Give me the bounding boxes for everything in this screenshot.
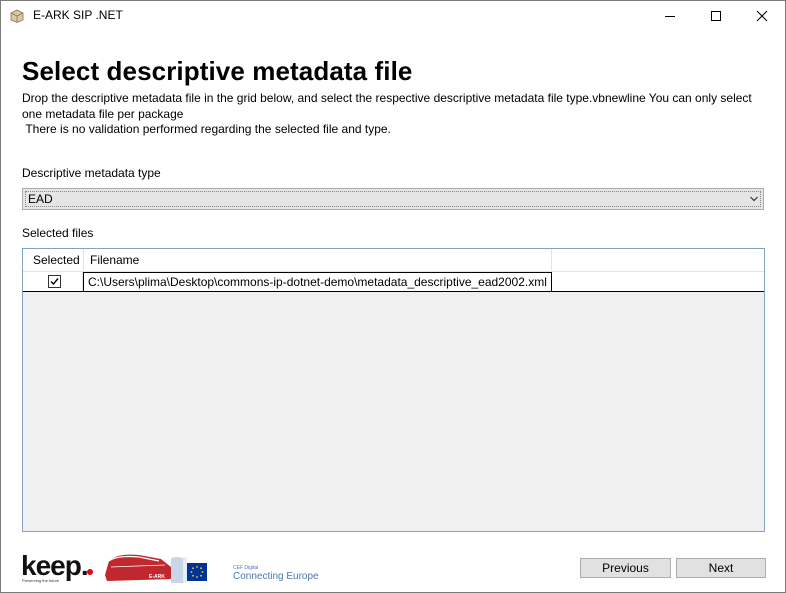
- cef-big-text: Connecting Europe: [233, 571, 319, 582]
- metadata-type-label: Descriptive metadata type: [22, 166, 161, 180]
- eark-logo: E-ARK: [105, 554, 173, 581]
- column-header-selected[interactable]: Selected: [23, 249, 84, 271]
- previous-button[interactable]: Previous: [580, 558, 671, 578]
- check-icon: [50, 278, 59, 286]
- column-header-filename[interactable]: Filename: [84, 249, 552, 271]
- eu-flag: [187, 563, 207, 581]
- selected-files-label: Selected files: [22, 226, 94, 240]
- selected-cell: [23, 272, 83, 291]
- partner-logos: keep. Preserving the future E-ARK CEF Di…: [21, 550, 319, 583]
- cef-logo: CEF Digital Connecting Europe: [233, 565, 319, 582]
- row-divider: [23, 291, 764, 292]
- empty-cell: [552, 272, 764, 291]
- metadata-type-dropdown[interactable]: EAD: [22, 188, 764, 210]
- page-description: Drop the descriptive metadata file in th…: [22, 91, 752, 136]
- title-bar[interactable]: E-ARK SIP .NET: [1, 1, 785, 31]
- close-icon: [756, 10, 768, 22]
- footer-logos: keep. Preserving the future E-ARK CEF Di…: [21, 549, 321, 585]
- eark-text: E-ARK: [149, 574, 165, 580]
- maximize-button[interactable]: [693, 1, 739, 31]
- maximize-icon: [711, 11, 721, 21]
- app-window: E-ARK SIP .NET Select descriptive metada…: [0, 0, 786, 593]
- metadata-type-selected: EAD: [28, 192, 53, 206]
- window-title: E-ARK SIP .NET: [33, 8, 123, 22]
- page-title: Select descriptive metadata file: [22, 56, 413, 86]
- package-icon: [10, 9, 24, 23]
- filename-cell[interactable]: C:\Users\plima\Desktop\commons-ip-dotnet…: [83, 272, 552, 291]
- next-button[interactable]: Next: [676, 558, 766, 578]
- ec-logo: [171, 557, 187, 583]
- close-button[interactable]: [739, 1, 785, 31]
- focus-rectangle: [25, 191, 761, 207]
- keep-logo: keep. Preserving the future: [21, 550, 93, 583]
- keep-tagline: Preserving the future: [22, 578, 60, 583]
- keep-word: keep.: [21, 550, 88, 581]
- files-grid[interactable]: Selected Filename C:\Users\plima\Desktop…: [22, 248, 765, 532]
- grid-header: Selected Filename: [23, 249, 764, 272]
- minimize-icon: [665, 16, 675, 17]
- selected-checkbox[interactable]: [48, 275, 61, 288]
- minimize-button[interactable]: [647, 1, 693, 31]
- table-row[interactable]: C:\Users\plima\Desktop\commons-ip-dotnet…: [23, 272, 764, 292]
- chevron-down-icon: [750, 196, 758, 202]
